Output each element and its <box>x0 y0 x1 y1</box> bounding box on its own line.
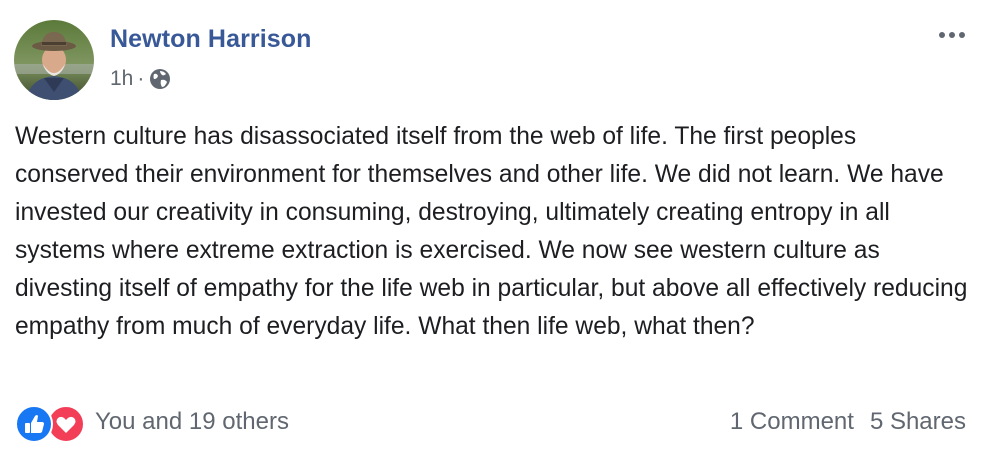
avatar-photo <box>14 20 94 100</box>
avatar[interactable] <box>14 20 94 100</box>
engagement-counts: 1 Comment 5 Shares <box>730 402 966 442</box>
post-meta: 1h · <box>110 66 171 92</box>
shares-count-link[interactable]: 5 Shares <box>870 408 966 436</box>
reaction-summary-text: You and 19 others <box>95 408 289 435</box>
globe-icon[interactable] <box>149 68 171 90</box>
timestamp[interactable]: 1h <box>110 67 133 91</box>
more-options-icon[interactable] <box>932 26 972 44</box>
facebook-post: Newton Harrison 1h · Western culture has… <box>0 0 986 462</box>
post-text: Western culture has disassociated itself… <box>15 123 968 340</box>
like-icon <box>15 405 53 443</box>
meta-separator: · <box>137 67 145 90</box>
author-name[interactable]: Newton Harrison <box>110 25 312 54</box>
reactions-summary[interactable]: You and 19 others <box>15 402 289 443</box>
reaction-icons <box>15 404 89 443</box>
comments-count-link[interactable]: 1 Comment <box>730 408 854 436</box>
